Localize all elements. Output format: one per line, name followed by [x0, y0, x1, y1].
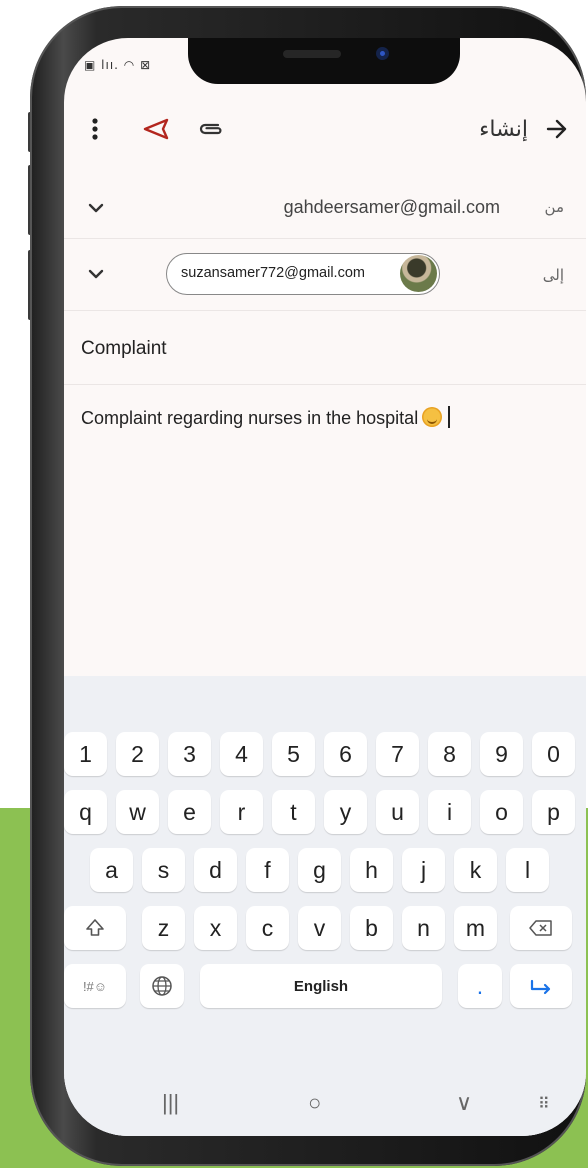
notch	[188, 38, 460, 84]
on-screen-keyboard: 1 2 3 4 5 6 7 8 9 0 q w e r t y u i o p …	[64, 676, 586, 1136]
backspace-icon	[529, 920, 552, 936]
return-icon	[530, 979, 551, 995]
camera-icon	[376, 47, 389, 60]
key-x[interactable]: x	[194, 906, 237, 950]
keyboard-switch-icon[interactable]: ⠿	[538, 1094, 550, 1114]
key-m[interactable]: m	[454, 906, 497, 950]
to-row: suzansamer772@gmail.com إلى	[64, 240, 586, 311]
key-8[interactable]: 8	[428, 732, 471, 776]
chevron-down-icon[interactable]	[84, 196, 108, 220]
attach-icon[interactable]	[194, 112, 228, 146]
smiling-face-emoji-icon	[422, 407, 443, 427]
subject-text: Complaint	[81, 338, 167, 359]
recipient-chip[interactable]: suzansamer772@gmail.com	[166, 253, 440, 295]
key-t[interactable]: t	[272, 790, 315, 834]
home-button[interactable]: ○	[308, 1090, 321, 1116]
key-o[interactable]: o	[480, 790, 523, 834]
more-vert-icon[interactable]	[80, 112, 110, 146]
key-5[interactable]: 5	[272, 732, 315, 776]
nav-back-button[interactable]: ∨	[456, 1090, 472, 1116]
key-i[interactable]: i	[428, 790, 471, 834]
shift-icon	[86, 919, 104, 936]
backspace-key[interactable]	[510, 906, 572, 950]
body-field[interactable]: Complaint regarding nurses in the hospit…	[64, 386, 586, 676]
key-z[interactable]: z	[142, 906, 185, 950]
subject-field[interactable]: Complaint	[64, 312, 586, 385]
from-label: من	[544, 198, 564, 216]
language-key[interactable]	[140, 964, 184, 1008]
key-k[interactable]: k	[454, 848, 497, 892]
chevron-down-icon[interactable]	[84, 262, 108, 286]
key-b[interactable]: b	[350, 906, 393, 950]
text-cursor	[448, 406, 451, 428]
body-content: Complaint regarding nurses in the hospit…	[81, 406, 451, 429]
key-2[interactable]: 2	[116, 732, 159, 776]
key-d[interactable]: d	[194, 848, 237, 892]
arrow-forward-icon[interactable]	[540, 112, 574, 146]
avatar	[400, 255, 437, 292]
key-e[interactable]: e	[168, 790, 211, 834]
from-email[interactable]: gahdeersamer@gmail.com	[284, 197, 500, 218]
key-v[interactable]: v	[298, 906, 341, 950]
key-f[interactable]: f	[246, 848, 289, 892]
recents-button[interactable]: |||	[162, 1090, 179, 1116]
globe-icon	[152, 976, 172, 996]
key-c[interactable]: c	[246, 906, 289, 950]
navigation-bar: ||| ○ ∨ ⠿	[64, 1076, 586, 1136]
key-0[interactable]: 0	[532, 732, 575, 776]
enter-key[interactable]	[510, 964, 572, 1008]
symbols-key[interactable]: !#☺	[64, 964, 126, 1008]
page-title: إنشاء	[479, 117, 528, 142]
key-6[interactable]: 6	[324, 732, 367, 776]
shift-key[interactable]	[64, 906, 126, 950]
phone-screen: ▣ lıı. ◠ ⊠ إنشاء gahdeersamer@gmail.com …	[64, 38, 586, 1136]
key-r[interactable]: r	[220, 790, 263, 834]
compose-app-bar: إنشاء	[64, 100, 586, 160]
key-a[interactable]: a	[90, 848, 133, 892]
space-bar[interactable]: English	[200, 964, 442, 1008]
key-4[interactable]: 4	[220, 732, 263, 776]
speaker	[283, 50, 341, 58]
key-w[interactable]: w	[116, 790, 159, 834]
key-9[interactable]: 9	[480, 732, 523, 776]
key-l[interactable]: l	[506, 848, 549, 892]
key-s[interactable]: s	[142, 848, 185, 892]
key-y[interactable]: y	[324, 790, 367, 834]
to-label: إلى	[542, 266, 564, 284]
body-text: Complaint regarding nurses in the hospit…	[81, 408, 419, 428]
key-3[interactable]: 3	[168, 732, 211, 776]
key-n[interactable]: n	[402, 906, 445, 950]
key-h[interactable]: h	[350, 848, 393, 892]
status-bar-icons: ▣ lıı. ◠ ⊠	[84, 58, 152, 72]
key-7[interactable]: 7	[376, 732, 419, 776]
key-j[interactable]: j	[402, 848, 445, 892]
key-g[interactable]: g	[298, 848, 341, 892]
period-key[interactable]: .	[458, 964, 502, 1008]
send-icon[interactable]	[138, 112, 174, 146]
from-row: gahdeersamer@gmail.com من	[64, 178, 586, 239]
key-1[interactable]: 1	[64, 732, 107, 776]
key-u[interactable]: u	[376, 790, 419, 834]
key-p[interactable]: p	[532, 790, 575, 834]
recipient-email: suzansamer772@gmail.com	[181, 265, 365, 281]
key-q[interactable]: q	[64, 790, 107, 834]
